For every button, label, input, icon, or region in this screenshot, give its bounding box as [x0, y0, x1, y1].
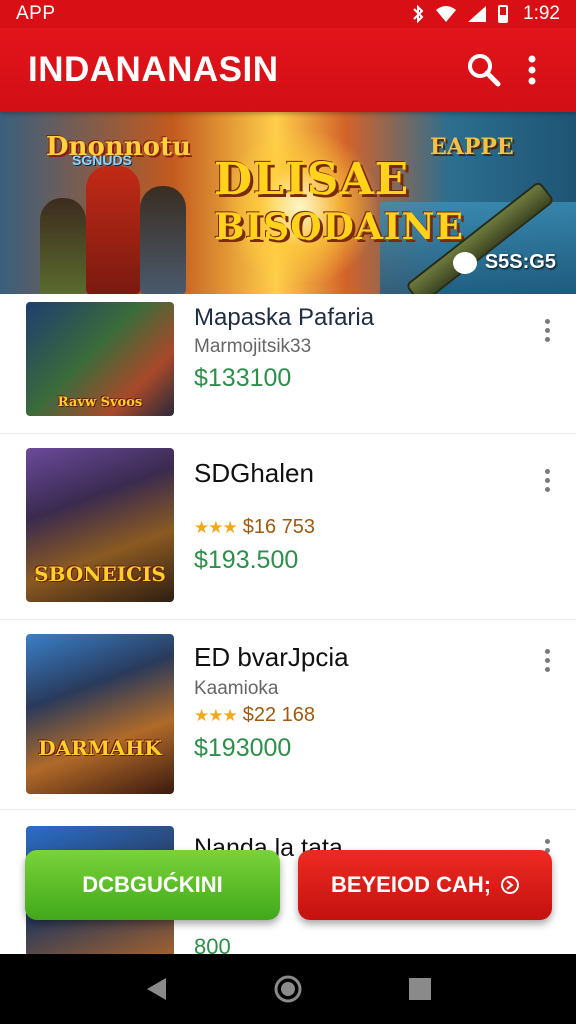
- app-title: INDANANASIN: [28, 50, 279, 89]
- buy-button[interactable]: BEYEIOD CAH;: [298, 850, 552, 920]
- thumbnail-image: Ravw Svoos: [26, 302, 174, 416]
- app-bar: INDANANASIN: [0, 28, 576, 112]
- banner-hero-2: [86, 166, 140, 294]
- more-dot-icon: [544, 327, 550, 333]
- more-dot-icon: [544, 486, 550, 492]
- download-button-label: DCBGUĆKINI: [82, 872, 223, 897]
- system-nav-bar: [0, 954, 576, 1024]
- banner-hero-1: [40, 198, 86, 294]
- more-dot-icon: [544, 468, 550, 474]
- item-title: Mapaska Pafaria: [194, 304, 375, 331]
- item-title: ED bvarJpcia: [194, 642, 349, 672]
- item-price: $193.500: [194, 546, 299, 574]
- item-price: 800: [194, 934, 231, 954]
- more-dot-icon: [544, 648, 550, 654]
- item-rating-text: $16 753: [242, 516, 316, 538]
- more-dot-icon: [544, 477, 550, 483]
- item-price: $193000: [194, 734, 292, 762]
- list-item[interactable]: DARMAHK ED bvarJpcia Kaamioka ★★★ $22 16…: [0, 620, 576, 810]
- thumbnail-caption: Ravw Svoos: [57, 395, 143, 410]
- thumbnail-caption: SBONEICIS: [34, 562, 166, 586]
- more-dot-icon: [544, 657, 550, 663]
- item-subtitle: Kaamioka: [194, 678, 279, 699]
- recents-square-icon: [409, 978, 431, 1000]
- nav-home-button[interactable]: [268, 969, 308, 1009]
- banner-title-line1: DLISAE: [214, 154, 410, 205]
- buy-button-label: BEYEIOD CAH;: [330, 872, 492, 897]
- more-dot-icon: [544, 318, 550, 324]
- overflow-menu-button[interactable]: [508, 46, 556, 94]
- item-subtitle: Marmojitsik33: [194, 336, 312, 357]
- home-circle-icon: [274, 975, 302, 1003]
- banner-title-line2: BISODAINE: [214, 206, 464, 248]
- banner-hero-3: [140, 186, 186, 294]
- item-more-button[interactable]: [536, 462, 558, 498]
- rating-stars-icon: ★★★: [194, 517, 238, 537]
- nav-recents-button[interactable]: [400, 969, 440, 1009]
- thumbnail-image: DARMAHK: [26, 634, 174, 794]
- promo-banner[interactable]: Dnonnotu SGNUDS DLISAE BISODAINE EAPPE S…: [0, 112, 576, 294]
- search-button[interactable]: [460, 46, 508, 94]
- status-app-label: APP: [16, 3, 56, 24]
- status-clock: 1:92: [523, 3, 560, 24]
- more-dot-icon: [544, 666, 550, 672]
- back-triangle-icon: [147, 978, 166, 1000]
- bluetooth-icon: [413, 5, 424, 23]
- thumbnail-caption: DARMAHK: [38, 736, 162, 760]
- banner-badge: S5S:G5: [452, 251, 556, 274]
- thumbnail-image: SBONEICIS: [26, 448, 174, 602]
- status-bar: APP 1:92: [0, 0, 576, 28]
- list-item[interactable]: Ravw Svoos Mapaska Pafaria Marmojitsik33…: [0, 294, 576, 434]
- item-rating: ★★★ $22 168: [194, 704, 315, 727]
- more-dot-icon: [544, 336, 550, 342]
- banner-badge-text: S5S:G5: [484, 251, 556, 273]
- banner-logo-left-sub: SGNUDS: [72, 152, 132, 168]
- signal-icon: [468, 6, 487, 22]
- more-dot-icon: [544, 838, 550, 844]
- download-button[interactable]: DCBGUĆKINI: [25, 850, 280, 920]
- wifi-icon: [436, 6, 457, 22]
- list-item[interactable]: SBONEICIS SDGhalen ★★★ $16 753 $193.500: [0, 434, 576, 620]
- item-price: $133100: [194, 364, 292, 392]
- item-rating: ★★★ $16 753: [194, 516, 315, 539]
- banner-logo-right: EAPPE: [430, 134, 514, 160]
- item-more-button[interactable]: [536, 642, 558, 678]
- arrow-right-icon: [501, 876, 520, 894]
- more-vert-icon: [528, 55, 536, 85]
- item-more-button[interactable]: [536, 312, 558, 348]
- nav-back-button[interactable]: [136, 969, 176, 1009]
- item-title: SDGhalen: [194, 458, 314, 488]
- battery-icon: [498, 5, 509, 23]
- status-icons: 1:92: [411, 3, 560, 25]
- search-icon: [468, 54, 501, 87]
- rating-stars-icon: ★★★: [194, 705, 238, 725]
- item-rating-text: $22 168: [242, 704, 316, 726]
- chat-bubble-icon: [452, 251, 477, 274]
